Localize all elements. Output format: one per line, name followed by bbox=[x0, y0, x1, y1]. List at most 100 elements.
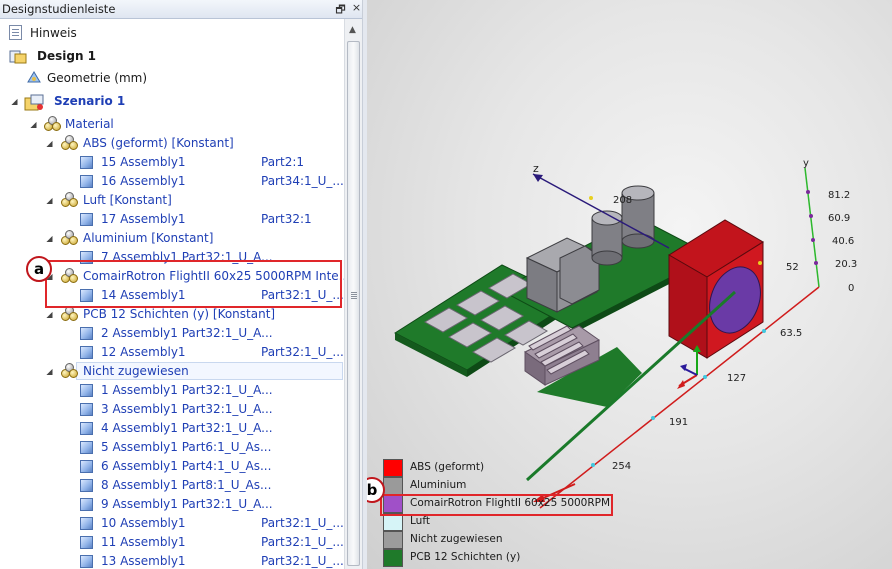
tree-item-label: 11 Assembly1 bbox=[101, 535, 186, 549]
model-viewport[interactable]: z 208 52 y 81.2 60.9 40.6 20.3 0 63.5 12… bbox=[367, 0, 892, 569]
tree-item-part-selected[interactable]: 12 Assembly1 Part32:1_U_... bbox=[0, 343, 344, 362]
material-icon bbox=[61, 192, 78, 207]
tree-item-design[interactable]: Design 1 bbox=[0, 47, 340, 66]
legend-label: PCB 12 Schichten (y) bbox=[410, 551, 521, 563]
tree-item-part-name: Part32:1_U_... bbox=[261, 535, 344, 549]
legend-swatch bbox=[383, 477, 403, 495]
tree-item-label: 6 Assembly1 Part4:1_U_As... bbox=[101, 459, 272, 473]
legend-swatch bbox=[383, 531, 403, 549]
tree-item-label: Szenario 1 bbox=[54, 94, 126, 108]
z-axis-label: z bbox=[533, 162, 539, 175]
tree-item-geometrie[interactable]: Geometrie (mm) bbox=[0, 69, 340, 88]
scroll-up-arrow-icon[interactable]: ▲ bbox=[349, 25, 356, 35]
cube-icon bbox=[80, 403, 93, 416]
collapse-triangle-icon[interactable]: ◢ bbox=[10, 92, 19, 111]
tree-item-label: 16 Assembly1 bbox=[101, 174, 186, 188]
legend-label: Luft bbox=[410, 515, 430, 527]
tree-item-label: Luft [Konstant] bbox=[83, 193, 172, 207]
tree-item-part[interactable]: 8 Assembly1 Part8:1_U_As... bbox=[0, 476, 340, 495]
tree-item-part[interactable]: 13 Assembly1 Part32:1_U_... bbox=[0, 552, 344, 569]
tree-item-part[interactable]: 1 Assembly1 Part32:1_U_A... bbox=[0, 381, 340, 400]
collapse-triangle-icon[interactable]: ◢ bbox=[29, 115, 38, 134]
tree-item-label: 2 Assembly1 Part32:1_U_A... bbox=[101, 326, 273, 340]
legend-label: Nicht zugewiesen bbox=[410, 533, 503, 545]
tree-group-aluminium[interactable]: ◢ Aluminium [Konstant] bbox=[0, 229, 340, 248]
tree-item-label: 9 Assembly1 Part32:1_U_A... bbox=[101, 497, 273, 511]
panel-title: Designstudienleiste bbox=[2, 2, 116, 16]
design-icon bbox=[9, 48, 27, 64]
tree-item-part[interactable]: 11 Assembly1 Part32:1_U_... bbox=[0, 533, 344, 552]
tree-item-label: Geometrie (mm) bbox=[47, 71, 148, 85]
tree-item-label: 3 Assembly1 Part32:1_U_A... bbox=[101, 402, 273, 416]
tree-item-part[interactable]: 15 Assembly1 Part2:1 bbox=[0, 153, 340, 172]
tree-item-label: 8 Assembly1 Part8:1_U_As... bbox=[101, 478, 272, 492]
cube-icon bbox=[80, 460, 93, 473]
tree-item-material[interactable]: ◢ Material bbox=[0, 115, 340, 134]
cube-icon bbox=[80, 479, 93, 492]
cube-icon bbox=[80, 213, 93, 226]
tree-item-part-name: Part32:1_U_... bbox=[261, 345, 344, 359]
cube-icon bbox=[80, 441, 93, 454]
cube-icon bbox=[80, 156, 93, 169]
cube-icon bbox=[80, 422, 93, 435]
collapse-triangle-icon[interactable]: ◢ bbox=[45, 362, 54, 381]
y-tick: 81.2 bbox=[828, 190, 850, 201]
tree-item-part[interactable]: 10 Assembly1 Part32:1_U_... bbox=[0, 514, 344, 533]
y-tick: 40.6 bbox=[832, 236, 854, 247]
tree-item-part[interactable]: 5 Assembly1 Part6:1_U_As... bbox=[0, 438, 340, 457]
y-tick: 60.9 bbox=[828, 213, 850, 224]
cube-icon bbox=[80, 517, 93, 530]
tree-item-part-name: Part34:1_U_... bbox=[261, 174, 344, 188]
cube-icon bbox=[80, 175, 93, 188]
tree-item-hinweis[interactable]: Hinweis bbox=[0, 24, 340, 43]
x-tick: 254 bbox=[612, 461, 631, 472]
tree-item-label: Hinweis bbox=[30, 26, 77, 40]
float-window-icon[interactable]: 🗗 bbox=[334, 1, 347, 16]
tree-item-label: Design 1 bbox=[37, 49, 97, 63]
tree-item-part[interactable]: 17 Assembly1 Part32:1 bbox=[0, 210, 340, 229]
scrollbar-thumb[interactable] bbox=[347, 41, 360, 566]
tree-item-part[interactable]: 4 Assembly1 Part32:1_U_A... bbox=[0, 419, 340, 438]
tree-scrollbar[interactable]: ▲ bbox=[344, 19, 363, 569]
material-icon bbox=[61, 230, 78, 245]
tree-item-part[interactable]: 16 Assembly1 Part34:1_U_... bbox=[0, 172, 344, 191]
material-icon bbox=[44, 116, 61, 131]
tree-item-part[interactable]: 2 Assembly1 Part32:1_U_A... bbox=[0, 324, 340, 343]
tree-group-nicht-zugewiesen[interactable]: ◢ Nicht zugewiesen bbox=[0, 362, 340, 381]
material-icon bbox=[61, 306, 78, 321]
x-tick: 63.5 bbox=[780, 328, 802, 339]
geometry-icon bbox=[26, 70, 42, 84]
tree-item-label: 17 Assembly1 bbox=[101, 212, 186, 226]
legend-label: ABS (geformt) bbox=[410, 461, 485, 473]
callout-a-badge: a bbox=[26, 256, 52, 282]
scenario-icon bbox=[24, 93, 44, 111]
panel-title-bar: Designstudienleiste 🗗 × bbox=[0, 0, 367, 19]
callout-b-box bbox=[380, 494, 613, 516]
y-axis bbox=[804, 167, 820, 288]
tree-item-part-name: Part32:1 bbox=[261, 212, 312, 226]
y-axis-label: y bbox=[803, 158, 809, 169]
collapse-triangle-icon[interactable]: ◢ bbox=[45, 229, 54, 248]
collapse-triangle-icon[interactable]: ◢ bbox=[45, 191, 54, 210]
tree-item-part-name: Part32:1_U_... bbox=[261, 516, 344, 530]
design-tree: Hinweis Design 1 Geometrie (mm) ◢ Szenar… bbox=[0, 19, 350, 569]
tree-item-label: 12 Assembly1 bbox=[101, 345, 186, 359]
tree-item-label: 13 Assembly1 bbox=[101, 554, 186, 568]
tree-item-label: 15 Assembly1 bbox=[101, 155, 186, 169]
tree-item-label: 4 Assembly1 Part32:1_U_A... bbox=[101, 421, 273, 435]
tree-item-part[interactable]: 6 Assembly1 Part4:1_U_As... bbox=[0, 457, 340, 476]
tree-item-label: ABS (geformt) [Konstant] bbox=[83, 136, 234, 150]
tree-item-label: Aluminium [Konstant] bbox=[83, 231, 214, 245]
material-icon bbox=[61, 363, 78, 378]
tree-item-szenario[interactable]: ◢ Szenario 1 bbox=[0, 92, 340, 111]
note-icon bbox=[9, 25, 22, 40]
tree-group-abs[interactable]: ◢ ABS (geformt) [Konstant] bbox=[0, 134, 340, 153]
tree-item-part[interactable]: 9 Assembly1 Part32:1_U_A... bbox=[0, 495, 340, 514]
legend-swatch bbox=[383, 459, 403, 477]
tree-group-luft[interactable]: ◢ Luft [Konstant] bbox=[0, 191, 340, 210]
cube-icon bbox=[80, 327, 93, 340]
tree-item-label: 1 Assembly1 Part32:1_U_A... bbox=[101, 383, 273, 397]
legend-swatch bbox=[383, 549, 403, 567]
tree-item-part[interactable]: 3 Assembly1 Part32:1_U_A... bbox=[0, 400, 340, 419]
collapse-triangle-icon[interactable]: ◢ bbox=[45, 134, 54, 153]
